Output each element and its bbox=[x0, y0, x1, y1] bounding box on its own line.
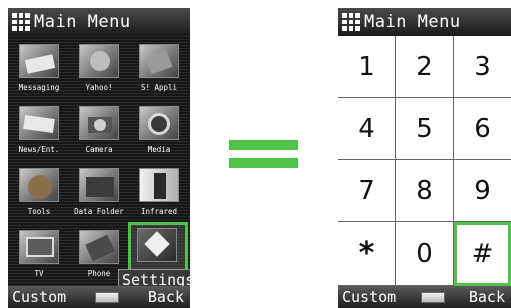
settings-icon bbox=[137, 228, 177, 262]
menu-item-label: S! Appli bbox=[140, 83, 178, 92]
globe-icon bbox=[79, 44, 119, 78]
menu-grid-icon bbox=[12, 13, 30, 31]
app-icon bbox=[139, 44, 179, 78]
key-0[interactable]: 0 bbox=[396, 222, 454, 286]
softkey-bar: Custom Back bbox=[8, 286, 190, 308]
newspaper-icon bbox=[19, 106, 59, 140]
envelope-icon bbox=[19, 44, 59, 78]
menu-grid: Messaging Yahoo! S! Appli News/Ent. Came… bbox=[8, 36, 190, 288]
menu-item-label: Infrared bbox=[140, 207, 178, 216]
camera-icon bbox=[79, 106, 119, 140]
menu-item-messaging[interactable]: Messaging bbox=[10, 38, 68, 100]
center-key-icon[interactable] bbox=[420, 291, 445, 303]
key-hash[interactable]: # bbox=[454, 222, 511, 286]
media-icon bbox=[139, 106, 179, 140]
screen-title: Main Menu bbox=[34, 12, 131, 32]
tv-icon bbox=[19, 230, 59, 264]
menu-item-s-appli[interactable]: S! Appli bbox=[130, 38, 188, 100]
menu-item-label: Messaging bbox=[18, 83, 60, 92]
menu-item-media[interactable]: Media bbox=[130, 100, 188, 162]
key-8[interactable]: 8 bbox=[396, 160, 454, 222]
menu-item-tv[interactable]: TV bbox=[10, 224, 68, 286]
title-bar: Main Menu bbox=[338, 8, 511, 36]
menu-item-tools[interactable]: Tools bbox=[10, 162, 68, 224]
menu-item-label: TV bbox=[34, 269, 44, 278]
keypad-screen: Main Menu 1 2 3 4 5 6 7 8 9 * 0 # Custom… bbox=[338, 8, 511, 308]
key-5[interactable]: 5 bbox=[396, 98, 454, 160]
folder-icon bbox=[79, 168, 119, 202]
softkey-custom[interactable]: Custom bbox=[12, 288, 66, 306]
number-keypad: 1 2 3 4 5 6 7 8 9 * 0 # bbox=[338, 36, 511, 286]
main-menu-screen: Main Menu Messaging Yahoo! S! Appli News… bbox=[8, 8, 190, 308]
menu-item-infrared[interactable]: Infrared bbox=[130, 162, 188, 224]
softkey-custom[interactable]: Custom bbox=[342, 288, 396, 306]
menu-item-yahoo[interactable]: Yahoo! bbox=[70, 38, 128, 100]
softkey-back[interactable]: Back bbox=[148, 288, 184, 306]
equals-sign-top-bar bbox=[229, 140, 298, 150]
menu-item-news-ent[interactable]: News/Ent. bbox=[10, 100, 68, 162]
key-3[interactable]: 3 bbox=[454, 36, 511, 98]
menu-item-camera[interactable]: Camera bbox=[70, 100, 128, 162]
title-bar: Main Menu bbox=[8, 8, 190, 36]
key-6[interactable]: 6 bbox=[454, 98, 511, 160]
menu-item-label: Yahoo! bbox=[85, 83, 113, 92]
menu-item-label: Media bbox=[147, 145, 171, 154]
key-7[interactable]: 7 bbox=[338, 160, 396, 222]
key-9[interactable]: 9 bbox=[454, 160, 511, 222]
key-star[interactable]: * bbox=[338, 222, 396, 286]
infrared-icon bbox=[139, 168, 179, 202]
key-4[interactable]: 4 bbox=[338, 98, 396, 160]
screen-title: Main Menu bbox=[364, 12, 461, 32]
key-2[interactable]: 2 bbox=[396, 36, 454, 98]
key-1[interactable]: 1 bbox=[338, 36, 396, 98]
phone-book-icon bbox=[79, 230, 119, 264]
menu-item-label: Tools bbox=[27, 207, 51, 216]
menu-item-label: Camera bbox=[85, 145, 113, 154]
center-key-icon[interactable] bbox=[95, 291, 120, 303]
menu-item-label: Data Folder bbox=[74, 207, 124, 216]
menu-item-data-folder[interactable]: Data Folder bbox=[70, 162, 128, 224]
tools-icon bbox=[19, 168, 59, 202]
softkey-back[interactable]: Back bbox=[469, 288, 505, 306]
menu-item-label: News/Ent. bbox=[18, 145, 60, 154]
equals-sign-bottom-bar bbox=[229, 158, 298, 168]
softkey-bar: Custom Back bbox=[338, 286, 511, 308]
menu-grid-icon bbox=[342, 13, 360, 31]
